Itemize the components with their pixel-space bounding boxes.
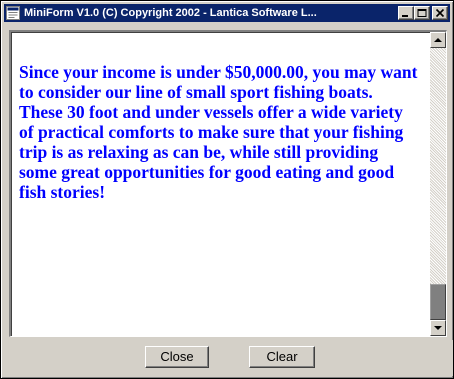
close-icon [435,8,445,18]
scroll-down-button[interactable] [430,320,446,336]
miniform-window: MiniForm V1.0 (C) Copyright 2002 - Lanti… [0,0,454,379]
close-button[interactable]: Close [145,346,209,368]
scroll-thumb[interactable] [430,284,446,320]
app-icon [6,6,20,20]
close-window-button[interactable] [432,6,448,20]
maximize-button[interactable] [414,6,430,20]
arrow-down-icon [434,326,442,330]
message-text: Since your income is under $50,000.00, y… [19,62,418,202]
button-bar: Close Clear [3,340,453,376]
arrow-up-icon [434,38,442,42]
vertical-scrollbar[interactable] [430,32,446,336]
message-panel[interactable]: Since your income is under $50,000.00, y… [9,30,447,337]
scroll-up-button[interactable] [430,32,446,48]
title-bar[interactable]: MiniForm V1.0 (C) Copyright 2002 - Lanti… [4,4,450,22]
window-title: MiniForm V1.0 (C) Copyright 2002 - Lanti… [24,7,317,19]
maximize-icon [417,9,427,17]
clear-button[interactable]: Clear [249,346,315,368]
minimize-icon [402,15,408,17]
minimize-button[interactable] [398,6,414,20]
